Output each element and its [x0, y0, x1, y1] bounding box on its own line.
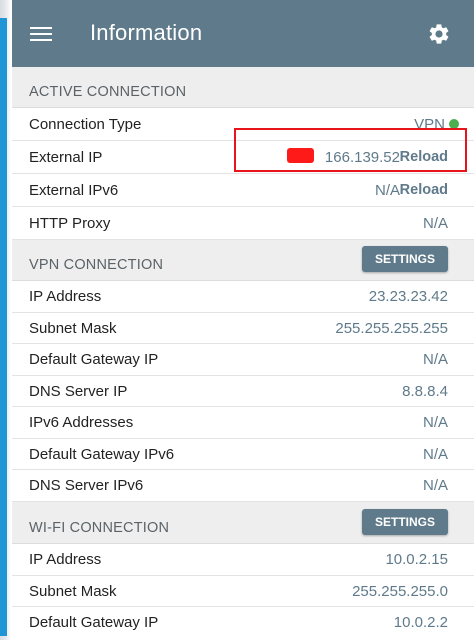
row-label: External IPv6 — [29, 182, 119, 199]
row-value: 10.0.2.2 — [393, 614, 448, 631]
row-value: VPN — [414, 116, 459, 133]
row-value: N/A — [422, 477, 448, 494]
row-label: External IP — [29, 149, 103, 166]
row-label: Default Gateway IP — [29, 614, 159, 631]
background-app-edge — [0, 0, 12, 640]
reload-external-ipv6-button[interactable]: Reload — [400, 182, 448, 198]
wifi-default-gateway-ip-row: Default Gateway IP 10.0.2.2 — [12, 607, 474, 640]
redaction-mark — [287, 148, 314, 163]
page-title: Information — [90, 20, 203, 45]
information-panel: Information ACTIVE CONNECTION Connection… — [12, 0, 474, 640]
section-title: WI-FI CONNECTION — [29, 520, 170, 536]
row-label: IP Address — [29, 551, 102, 568]
connection-type-value: VPN — [414, 116, 445, 133]
vpn-subnet-mask-row: Subnet Mask 255.255.255.255 — [12, 313, 474, 344]
row-label: Default Gateway IP — [29, 351, 159, 368]
row-label: Default Gateway IPv6 — [29, 446, 175, 463]
vpn-ipv6-addresses-row: IPv6 Addresses N/A — [12, 407, 474, 439]
wifi-subnet-mask-row: Subnet Mask 255.255.255.0 — [12, 576, 474, 607]
wifi-settings-button[interactable]: SETTINGS — [362, 509, 448, 535]
background-app-accent — [0, 18, 7, 636]
vpn-ip-address-row: IP Address 23.23.23.42 — [12, 281, 474, 313]
external-ipv6-row: External IPv6 N/A Reload — [12, 174, 474, 207]
hamburger-menu-icon[interactable] — [30, 27, 52, 42]
row-value: 255.255.255.0 — [352, 583, 448, 600]
row-label: IPv6 Addresses — [29, 414, 134, 431]
row-label: IP Address — [29, 288, 102, 305]
row-value: N/A — [422, 446, 448, 463]
connected-status-dot — [449, 119, 459, 129]
row-label: HTTP Proxy — [29, 215, 111, 232]
wifi-ip-address-row: IP Address 10.0.2.15 — [12, 544, 474, 576]
external-ipv6-value: N/A — [374, 182, 400, 199]
connection-type-row: Connection Type VPN — [12, 108, 474, 141]
row-value: 23.23.23.42 — [368, 288, 448, 305]
reload-external-ip-button[interactable]: Reload — [400, 149, 448, 165]
row-label: Subnet Mask — [29, 320, 117, 337]
vpn-dns-server-ip-row: DNS Server IP 8.8.8.4 — [12, 376, 474, 407]
wifi-connection-header: WI-FI CONNECTION SETTINGS — [12, 502, 474, 544]
row-value: 10.0.2.15 — [385, 551, 448, 568]
row-value: 255.255.255.255 — [335, 320, 448, 337]
section-title: ACTIVE CONNECTION — [29, 84, 187, 100]
vpn-default-gateway-ip-row: Default Gateway IP N/A — [12, 344, 474, 376]
row-label: Connection Type — [29, 116, 142, 133]
row-label: DNS Server IP — [29, 383, 128, 400]
row-value: 8.8.8.4 — [402, 383, 448, 400]
gear-icon[interactable] — [427, 22, 451, 46]
http-proxy-row: HTTP Proxy N/A — [12, 207, 474, 240]
active-connection-header: ACTIVE CONNECTION — [12, 67, 474, 108]
vpn-settings-button[interactable]: SETTINGS — [362, 246, 448, 272]
section-title: VPN CONNECTION — [29, 257, 164, 273]
row-label: Subnet Mask — [29, 583, 117, 600]
external-ip-row: External IP 166.139.52 Reload — [12, 141, 474, 174]
vpn-default-gateway-ipv6-row: Default Gateway IPv6 N/A — [12, 439, 474, 470]
row-label: DNS Server IPv6 — [29, 477, 144, 494]
app-bar: Information — [12, 0, 474, 67]
row-value: N/A — [422, 351, 448, 368]
external-ip-value: 166.139.52 — [324, 149, 400, 166]
vpn-connection-header: VPN CONNECTION SETTINGS — [12, 240, 474, 281]
vpn-dns-server-ipv6-row: DNS Server IPv6 N/A — [12, 470, 474, 502]
row-value: N/A — [422, 414, 448, 431]
http-proxy-value: N/A — [422, 215, 448, 232]
